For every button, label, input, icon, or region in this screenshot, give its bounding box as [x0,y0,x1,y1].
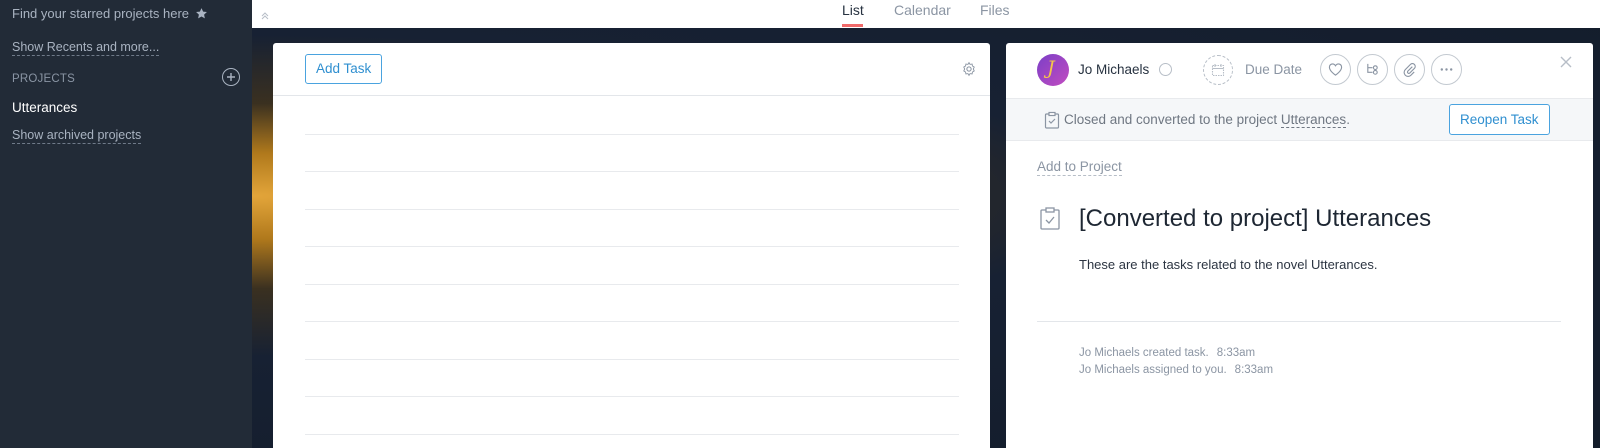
story-text: Jo Michaels assigned to you. [1079,364,1227,376]
list-item[interactable] [305,210,959,247]
avatar-initial: J [1047,57,1055,79]
reopen-task-button[interactable]: Reopen Task [1449,104,1550,135]
story-item: Jo Michaels assigned to you. 8:33am [1079,364,1273,376]
add-task-button[interactable]: Add Task [305,54,383,84]
paperclip-icon [1403,63,1416,77]
list-item[interactable] [305,97,959,135]
list-item[interactable] [305,360,959,397]
star-icon [196,8,207,19]
collapse-up-icon[interactable] [260,10,270,20]
ellipsis-icon [1440,68,1453,71]
closed-status-suffix: . [1346,112,1350,127]
starred-hint-text: Find your starred projects here [12,6,190,21]
story-time: 8:33am [1234,364,1274,376]
calendar-icon [1211,64,1225,77]
plus-icon [227,73,235,81]
tab-calendar[interactable]: Calendar [894,2,951,18]
add-project-button[interactable] [222,68,240,86]
closed-status-banner: Closed and converted to the project Utte… [1006,98,1593,141]
list-toolbar: Add Task [273,43,990,96]
heart-icon [1328,63,1343,76]
avatar[interactable]: J [1037,54,1069,86]
clipboard-check-icon [1040,207,1060,230]
projects-heading: PROJECTS [12,73,75,85]
story-item: Jo Michaels created task. 8:33am [1079,347,1255,359]
add-to-project-link[interactable]: Add to Project [1037,159,1122,176]
list-item[interactable] [305,172,959,210]
clipboard-icon [1044,111,1060,129]
tab-files[interactable]: Files [980,2,1010,18]
story-text: Jo Michaels created task. [1079,347,1209,359]
due-date-label[interactable]: Due Date [1245,62,1302,77]
sidebar: Find your starred projects here Show Rec… [0,0,252,448]
sidebar-item-utterances[interactable]: Utterances [12,100,77,115]
list-item[interactable] [305,397,959,435]
starred-hint: Find your starred projects here [12,6,208,21]
view-tabs-bar: List Calendar Files [252,0,1600,28]
task-title[interactable]: [Converted to project] Utterances [1079,205,1431,233]
show-archived-link[interactable]: Show archived projects [12,128,142,144]
assignee-status-icon [1159,63,1172,76]
like-button[interactable] [1320,54,1351,85]
divider [1037,321,1561,322]
active-tab-indicator [842,24,863,27]
subtask-icon [1367,63,1378,75]
task-detail-panel: J Jo Michaels Due Date Closed and conver… [1006,43,1593,448]
attach-button[interactable] [1394,54,1425,85]
list-item[interactable] [305,285,959,322]
converted-project-link[interactable]: Utterances [1280,112,1347,128]
more-options-button[interactable] [1431,54,1462,85]
task-list-panel: Add Task [273,43,990,448]
due-date-button[interactable] [1203,55,1233,85]
show-recents-link[interactable]: Show Recents and more... [12,40,160,56]
assignee-name[interactable]: Jo Michaels [1078,62,1149,77]
list-item[interactable] [305,247,959,285]
task-detail-toolbar: J Jo Michaels Due Date [1006,43,1593,98]
subtasks-button[interactable] [1357,54,1388,85]
story-time: 8:33am [1216,347,1256,359]
list-item[interactable] [305,322,959,360]
closed-status-message: Closed and converted to the project [1064,112,1278,127]
tab-list[interactable]: List [842,2,864,18]
gear-icon[interactable] [961,61,977,77]
close-icon[interactable] [1559,55,1573,69]
closed-status-text: Closed and converted to the project Utte… [1064,112,1350,128]
task-rows [305,97,959,435]
list-item[interactable] [305,135,959,172]
task-description[interactable]: These are the tasks related to the novel… [1079,257,1377,272]
